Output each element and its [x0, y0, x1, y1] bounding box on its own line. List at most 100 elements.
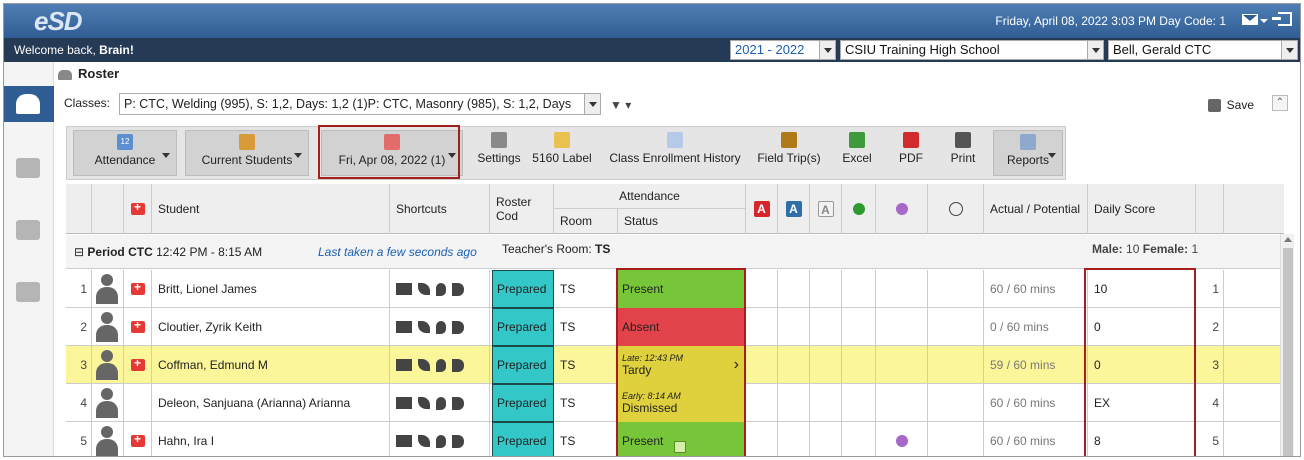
purple-cell[interactable]	[876, 308, 928, 346]
nav-standards[interactable]	[4, 274, 54, 310]
student-name[interactable]: Cloutier, Zyrik Keith	[152, 308, 390, 346]
student-name[interactable]: Britt, Lionel James	[152, 270, 390, 308]
table-row[interactable]: 4 Deleon, Sanjuana (Arianna) Arianna Pre…	[66, 384, 1284, 422]
id-card-icon[interactable]	[396, 397, 412, 409]
avatar[interactable]	[96, 312, 118, 342]
collapse-icon[interactable]: ⌃	[1272, 95, 1288, 111]
attendance-status[interactable]: Early: 8:14 AM Dismissed	[618, 384, 746, 422]
attendance-status[interactable]: Present	[618, 422, 746, 456]
phone-icon[interactable]	[418, 321, 430, 333]
daily-score[interactable]: 0	[1088, 346, 1196, 384]
location-icon[interactable]	[436, 358, 446, 372]
location-icon[interactable]	[436, 282, 446, 296]
date-button[interactable]: Fri, Apr 08, 2022 (1)	[321, 130, 463, 176]
table-row[interactable]: 1 Britt, Lionel James Prepared TS Presen…	[66, 270, 1284, 308]
present-cell[interactable]	[778, 346, 810, 384]
attendance-status[interactable]: Present	[618, 270, 746, 308]
absent-cell[interactable]	[746, 384, 778, 422]
id-card-icon[interactable]	[396, 321, 412, 333]
discipline-icon[interactable]	[452, 434, 464, 448]
id-card-icon[interactable]	[396, 435, 412, 447]
save-button[interactable]: Save	[1207, 98, 1254, 113]
green-cell[interactable]	[842, 346, 876, 384]
present-cell[interactable]	[778, 422, 810, 456]
student-name[interactable]: Hahn, Ira I	[152, 422, 390, 456]
roster-code[interactable]: Prepared	[492, 422, 554, 456]
present-cell[interactable]	[778, 270, 810, 308]
header-present-all[interactable]: A	[778, 184, 810, 234]
roster-code[interactable]: Prepared	[492, 384, 554, 422]
discipline-icon[interactable]	[452, 320, 464, 334]
purple-cell[interactable]	[876, 384, 928, 422]
teacher-select[interactable]: Bell, Gerald CTC	[1108, 40, 1298, 60]
empty-cell[interactable]	[928, 384, 984, 422]
purple-cell[interactable]	[876, 346, 928, 384]
school-select[interactable]: CSIU Training High School	[840, 40, 1104, 60]
present-cell[interactable]	[778, 384, 810, 422]
class-enrollment-history-button[interactable]: Class Enrollment History	[607, 127, 743, 179]
nav-progress[interactable]	[4, 212, 54, 248]
absent-cell[interactable]	[746, 308, 778, 346]
clear-cell[interactable]	[810, 384, 842, 422]
table-row[interactable]: 2 Cloutier, Zyrik Keith Prepared TS Abse…	[66, 308, 1284, 346]
present-cell[interactable]	[778, 308, 810, 346]
daily-score[interactable]: 8	[1088, 422, 1196, 456]
school-year-select[interactable]: 2021 - 2022	[730, 40, 836, 60]
discipline-icon[interactable]	[452, 282, 464, 296]
table-row[interactable]: 3 Coffman, Edmund M Prepared TS Late: 12…	[66, 346, 1284, 384]
label-5160-button[interactable]: 5160 Label	[529, 127, 595, 179]
settings-button[interactable]: Settings	[473, 127, 525, 179]
empty-cell[interactable]	[928, 346, 984, 384]
logout-icon[interactable]	[1272, 12, 1292, 26]
header-roster-code[interactable]: Roster Cod	[490, 184, 554, 234]
phone-icon[interactable]	[418, 435, 430, 447]
attendance-status[interactable]: Absent	[618, 308, 746, 346]
avatar[interactable]	[96, 274, 118, 304]
table-row[interactable]: 5 Hahn, Ira I Prepared TS Present 60 / 6…	[66, 422, 1284, 456]
attendance-status[interactable]: Late: 12:43 PM Tardy ›	[618, 346, 746, 384]
header-empty[interactable]	[928, 184, 984, 234]
student-name[interactable]: Deleon, Sanjuana (Arianna) Arianna	[152, 384, 390, 422]
print-button[interactable]: Print	[943, 127, 983, 179]
discipline-icon[interactable]	[452, 396, 464, 410]
esd-logo[interactable]: eSD	[34, 6, 83, 37]
chevron-down-icon[interactable]	[819, 41, 835, 59]
discipline-icon[interactable]	[452, 358, 464, 372]
green-cell[interactable]	[842, 308, 876, 346]
header-student[interactable]: Student	[152, 184, 390, 234]
empty-cell[interactable]	[928, 422, 984, 456]
location-icon[interactable]	[436, 320, 446, 334]
chevron-down-icon[interactable]	[584, 94, 600, 114]
scroll-up-icon[interactable]	[1284, 237, 1292, 242]
scroll-thumb[interactable]	[1283, 248, 1293, 456]
empty-cell[interactable]	[928, 308, 984, 346]
nav-gradebook[interactable]	[4, 150, 54, 186]
clear-cell[interactable]	[810, 308, 842, 346]
purple-cell[interactable]	[876, 270, 928, 308]
current-students-button[interactable]: Current Students	[185, 130, 309, 176]
location-icon[interactable]	[436, 434, 446, 448]
nav-roster[interactable]	[4, 86, 54, 122]
medical-icon[interactable]	[130, 280, 145, 295]
filter-icon[interactable]: ▼ ▾	[610, 98, 631, 112]
vertical-scrollbar[interactable]	[1280, 234, 1294, 456]
purple-cell[interactable]	[876, 422, 928, 456]
chevron-down-icon[interactable]	[1281, 41, 1297, 59]
note-icon[interactable]	[674, 441, 686, 453]
medical-icon[interactable]	[130, 318, 145, 333]
green-cell[interactable]	[842, 384, 876, 422]
chevron-right-icon[interactable]: ›	[734, 356, 739, 374]
header-green[interactable]	[842, 184, 876, 234]
period-info[interactable]: ⊟ Period CTC 12:42 PM - 8:15 AM	[74, 245, 262, 259]
absent-cell[interactable]	[746, 270, 778, 308]
green-cell[interactable]	[842, 422, 876, 456]
attendance-button[interactable]: 12 Attendance	[73, 130, 177, 176]
absent-cell[interactable]	[746, 346, 778, 384]
header-purple[interactable]	[876, 184, 928, 234]
header-absent-all[interactable]: A	[746, 184, 778, 234]
daily-score[interactable]: EX	[1088, 384, 1196, 422]
medical-icon[interactable]	[130, 432, 145, 447]
roster-code[interactable]: Prepared	[492, 270, 554, 308]
roster-code[interactable]: Prepared	[492, 346, 554, 384]
chevron-down-icon[interactable]	[1260, 19, 1268, 23]
